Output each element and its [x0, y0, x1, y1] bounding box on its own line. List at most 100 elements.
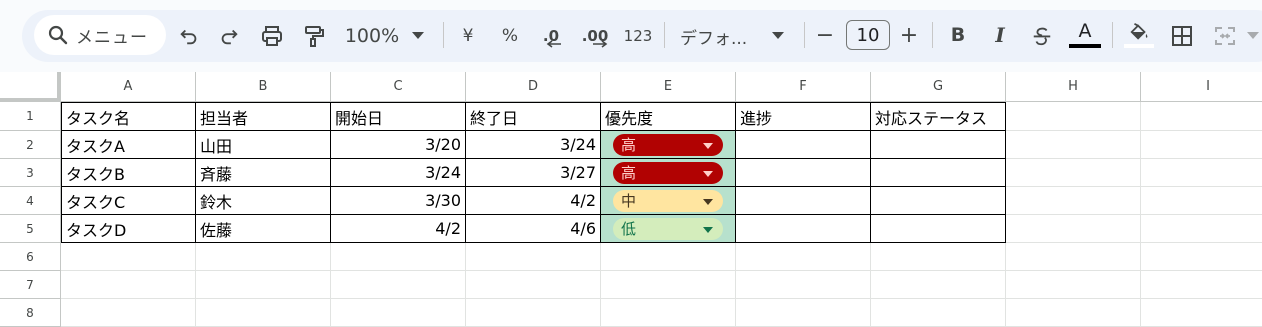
bold-button[interactable]: B — [946, 23, 970, 47]
cell-e6[interactable] — [601, 243, 736, 271]
priority-chip[interactable]: 低 — [613, 217, 723, 240]
percent-format-button[interactable]: % — [498, 24, 522, 48]
cell-a4[interactable]: タスクC — [61, 187, 196, 215]
undo-button[interactable] — [176, 23, 202, 49]
cell-g6[interactable] — [871, 243, 1006, 271]
column-header-e[interactable]: E — [601, 72, 736, 102]
cell-f2[interactable] — [736, 131, 871, 159]
cell-f7[interactable] — [736, 271, 871, 299]
cell-c7[interactable] — [331, 271, 466, 299]
column-header-d[interactable]: D — [466, 72, 601, 102]
font-dropdown-icon[interactable] — [770, 28, 786, 44]
row-header-5[interactable]: 5 — [0, 215, 61, 243]
cell-c1[interactable]: 開始日 — [331, 102, 466, 131]
cell-e3[interactable]: 高 — [601, 159, 736, 187]
cell-a5[interactable]: タスクD — [61, 215, 196, 243]
cell-h8[interactable] — [1006, 299, 1141, 327]
increase-decimal-button[interactable]: .00 — [578, 22, 612, 50]
dropdown-arrow-icon[interactable] — [703, 142, 713, 149]
cell-b8[interactable] — [196, 299, 331, 327]
cell-i8[interactable] — [1141, 299, 1262, 327]
cell-d1[interactable]: 終了日 — [466, 102, 601, 131]
row-header-8[interactable]: 8 — [0, 299, 61, 327]
priority-chip[interactable]: 高 — [613, 161, 723, 184]
cell-g1[interactable]: 対応ステータス — [871, 102, 1006, 131]
cell-c5[interactable]: 4/2 — [331, 215, 466, 243]
cell-i6[interactable] — [1141, 243, 1262, 271]
font-family-select[interactable]: デフォ... — [680, 24, 762, 49]
cell-f3[interactable] — [736, 159, 871, 187]
cell-d5[interactable]: 4/6 — [466, 215, 601, 243]
cell-b4[interactable]: 鈴木 — [196, 187, 331, 215]
cell-h7[interactable] — [1006, 271, 1141, 299]
cell-h4[interactable] — [1006, 187, 1141, 215]
cell-i1[interactable] — [1141, 102, 1262, 131]
row-header-7[interactable]: 7 — [0, 271, 61, 299]
column-header-i[interactable]: I — [1141, 72, 1262, 102]
cell-f4[interactable] — [736, 187, 871, 215]
cell-e5[interactable]: 低 — [601, 215, 736, 243]
cell-d2[interactable]: 3/24 — [466, 131, 601, 159]
row-header-3[interactable]: 3 — [0, 159, 61, 187]
cell-f1[interactable]: 進捗 — [736, 102, 871, 131]
row-header-4[interactable]: 4 — [0, 187, 61, 215]
currency-format-button[interactable]: ¥ — [456, 24, 480, 48]
cell-c4[interactable]: 3/30 — [331, 187, 466, 215]
cell-f8[interactable] — [736, 299, 871, 327]
cell-a2[interactable]: タスクA — [61, 131, 196, 159]
italic-button[interactable]: I — [988, 23, 1012, 47]
merge-cells-button[interactable] — [1210, 22, 1240, 50]
menu-search[interactable]: メニュー — [34, 15, 166, 55]
cell-a8[interactable] — [61, 299, 196, 327]
priority-chip[interactable]: 高 — [613, 133, 723, 156]
cell-d6[interactable] — [466, 243, 601, 271]
dropdown-arrow-icon[interactable] — [703, 198, 713, 205]
cell-g2[interactable] — [871, 131, 1006, 159]
decrease-decimal-button[interactable]: .0 — [536, 22, 566, 50]
text-color-button[interactable]: A — [1068, 18, 1102, 50]
cell-a1[interactable]: タスク名 — [61, 102, 196, 131]
cell-i3[interactable] — [1141, 159, 1262, 187]
cell-h2[interactable] — [1006, 131, 1141, 159]
cell-g7[interactable] — [871, 271, 1006, 299]
cell-i4[interactable] — [1141, 187, 1262, 215]
more-formats-button[interactable]: 123 — [622, 24, 654, 48]
cell-g5[interactable] — [871, 215, 1006, 243]
cell-g4[interactable] — [871, 187, 1006, 215]
cell-d3[interactable]: 3/27 — [466, 159, 601, 187]
merge-dropdown-icon[interactable] — [1246, 28, 1260, 44]
row-header-1[interactable]: 1 — [0, 102, 61, 131]
cell-b3[interactable]: 斉藤 — [196, 159, 331, 187]
cell-c8[interactable] — [331, 299, 466, 327]
row-header-2[interactable]: 2 — [0, 131, 61, 159]
cell-b2[interactable]: 山田 — [196, 131, 331, 159]
cell-h6[interactable] — [1006, 243, 1141, 271]
cell-c3[interactable]: 3/24 — [331, 159, 466, 187]
decrease-font-size-button[interactable]: − — [814, 23, 836, 48]
column-header-h[interactable]: H — [1006, 72, 1141, 102]
column-header-c[interactable]: C — [331, 72, 466, 102]
cell-a3[interactable]: タスクB — [61, 159, 196, 187]
column-header-b[interactable]: B — [196, 72, 331, 102]
cell-e1[interactable]: 優先度 — [601, 102, 736, 131]
font-size-input[interactable]: 10 — [846, 20, 890, 50]
cell-h5[interactable] — [1006, 215, 1141, 243]
column-header-f[interactable]: F — [736, 72, 871, 102]
cell-d4[interactable]: 4/2 — [466, 187, 601, 215]
column-header-g[interactable]: G — [871, 72, 1006, 102]
fill-color-button[interactable] — [1124, 20, 1154, 50]
cell-d7[interactable] — [466, 271, 601, 299]
cell-i5[interactable] — [1141, 215, 1262, 243]
cell-e7[interactable] — [601, 271, 736, 299]
cell-h1[interactable] — [1006, 102, 1141, 131]
cell-h3[interactable] — [1006, 159, 1141, 187]
cell-e8[interactable] — [601, 299, 736, 327]
zoom-dropdown-icon[interactable] — [410, 28, 426, 44]
dropdown-arrow-icon[interactable] — [703, 170, 713, 177]
cell-b1[interactable]: 担当者 — [196, 102, 331, 131]
cell-g8[interactable] — [871, 299, 1006, 327]
cell-i2[interactable] — [1141, 131, 1262, 159]
row-header-6[interactable]: 6 — [0, 243, 61, 271]
cell-e4[interactable]: 中 — [601, 187, 736, 215]
zoom-select[interactable]: 100% — [344, 24, 400, 48]
